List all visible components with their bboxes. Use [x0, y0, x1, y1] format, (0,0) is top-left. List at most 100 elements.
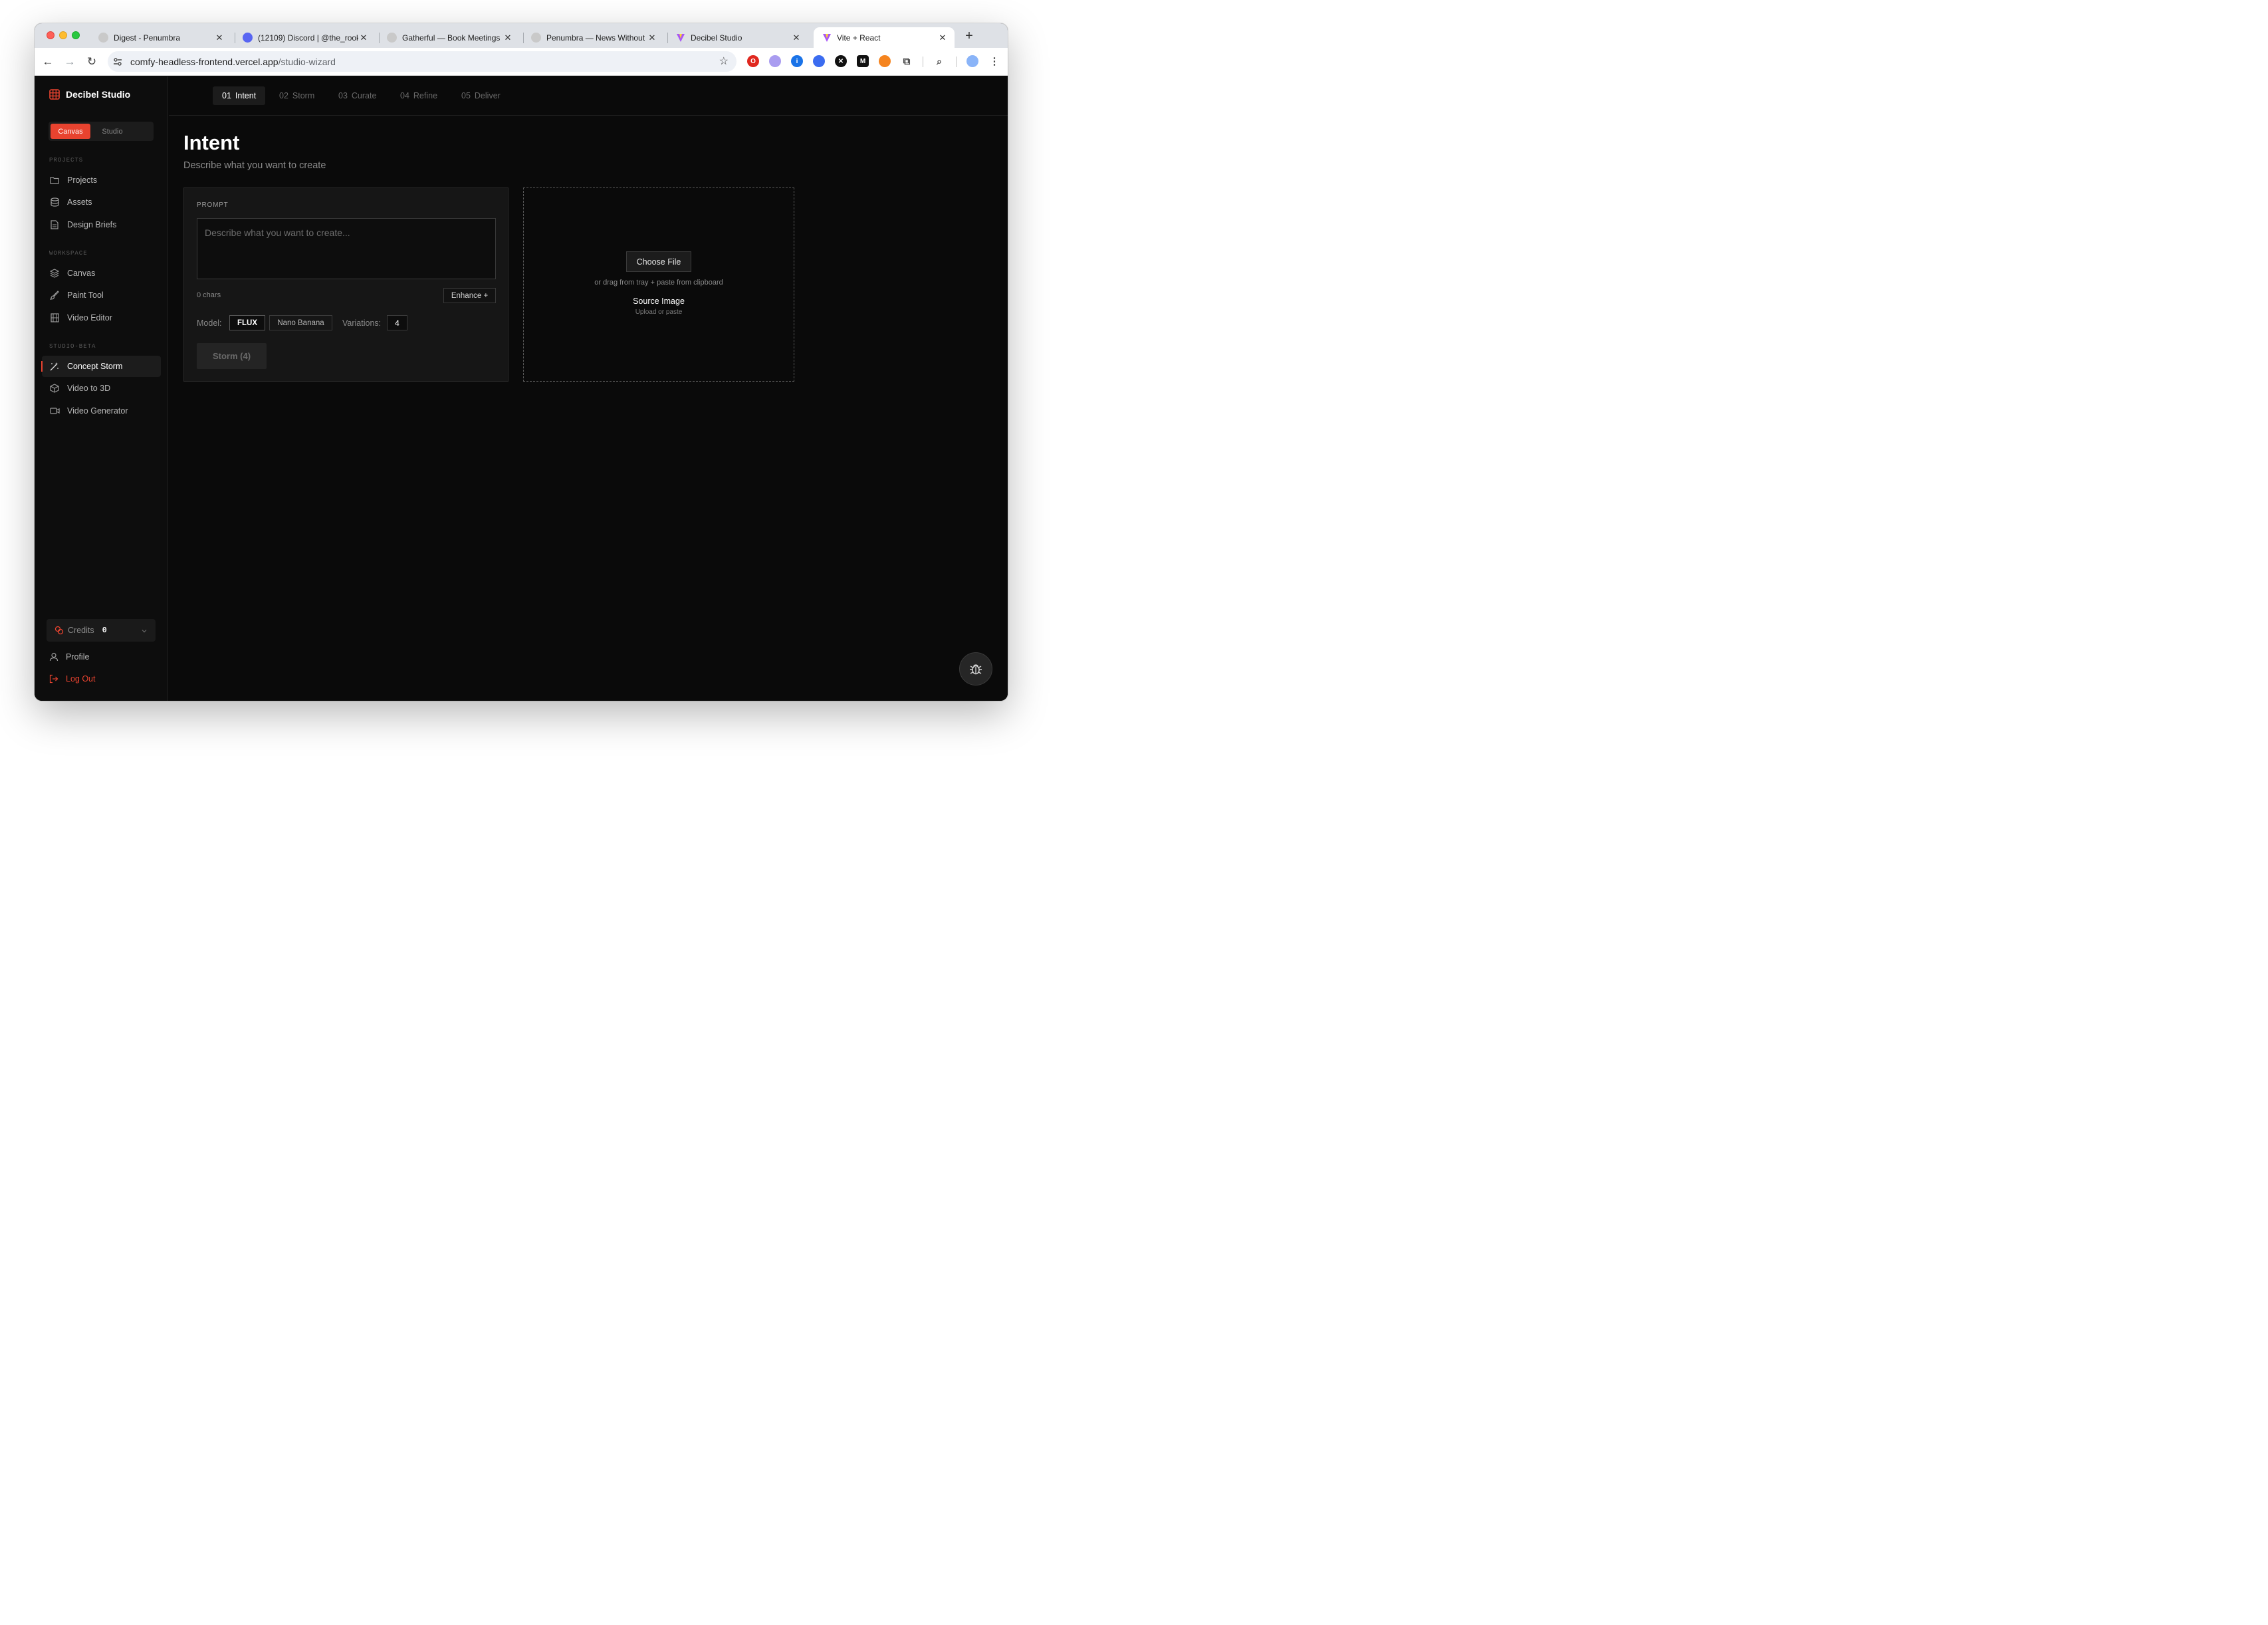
- step-number: 01: [222, 91, 231, 100]
- sidebar-item-label: Paint Tool: [67, 291, 104, 300]
- source-image-dropzone[interactable]: Choose File or drag from tray + paste fr…: [523, 188, 794, 382]
- step-number: 03: [338, 91, 348, 100]
- sidebar-item-label: Design Briefs: [67, 220, 117, 229]
- film-icon: [49, 312, 60, 323]
- sidebar-item-design-briefs[interactable]: Design Briefs: [42, 214, 161, 235]
- step-storm[interactable]: 02 Storm: [270, 86, 324, 105]
- browser-tab[interactable]: Gatherful — Book Meetings W ✕: [379, 27, 520, 48]
- source-image-subtitle: Upload or paste: [635, 309, 683, 316]
- kebab-menu-icon[interactable]: ⋮: [988, 55, 1000, 67]
- brand-name: Decibel Studio: [66, 89, 131, 100]
- close-icon[interactable]: ✕: [791, 33, 802, 43]
- step-number: 02: [279, 91, 288, 100]
- bug-report-button[interactable]: [959, 652, 992, 686]
- sidebar-item-canvas[interactable]: Canvas: [42, 263, 161, 284]
- reload-button[interactable]: ↻: [84, 54, 100, 70]
- tab-title: (12109) Discord | @the_rookie: [258, 33, 358, 43]
- mc-extension-icon[interactable]: M: [857, 55, 869, 67]
- x-extension-icon[interactable]: ✕: [835, 55, 847, 67]
- bird-extension-icon[interactable]: [813, 55, 825, 67]
- prompt-input[interactable]: [197, 218, 496, 279]
- credits-dropdown[interactable]: Credits 0: [47, 619, 156, 642]
- step-curate[interactable]: 03 Curate: [329, 86, 386, 105]
- enhance-button[interactable]: Enhance +: [443, 288, 496, 303]
- vite-icon: [822, 33, 832, 43]
- extensions-puzzle-icon[interactable]: ⧉: [901, 55, 913, 67]
- variations-label: Variations:: [342, 318, 382, 328]
- password-manager-extension-icon[interactable]: i: [791, 55, 803, 67]
- folder-icon: [49, 175, 60, 186]
- new-tab-button[interactable]: +: [961, 29, 977, 44]
- app-root: Decibel Studio Canvas Studio PROJECTS Pr…: [35, 76, 1008, 701]
- mode-studio-button[interactable]: Studio: [92, 124, 132, 139]
- section-label-projects: PROJECTS: [49, 157, 84, 164]
- magic-wand-icon: [49, 361, 60, 372]
- tab-search-icon[interactable]: ⌕: [933, 55, 945, 67]
- document-icon: [49, 219, 60, 230]
- sidebar-item-video-editor[interactable]: Video Editor: [42, 307, 161, 328]
- site-settings-icon[interactable]: [110, 55, 125, 69]
- close-window-button[interactable]: [47, 31, 55, 39]
- browser-window: Digest - Penumbra ✕ (12109) Discord | @t…: [35, 23, 1008, 701]
- variations-input[interactable]: 4: [387, 315, 407, 330]
- tab-title: Penumbra — News Without th: [546, 33, 647, 43]
- close-icon[interactable]: ✕: [937, 33, 948, 43]
- storm-button[interactable]: Storm (4): [197, 343, 267, 369]
- step-intent[interactable]: 01 Intent: [213, 86, 266, 105]
- sidebar-item-paint-tool[interactable]: Paint Tool: [42, 285, 161, 306]
- bookmark-star-icon[interactable]: ☆: [719, 55, 729, 68]
- url-path: /studio-wizard: [278, 56, 336, 67]
- coins-icon: [55, 626, 64, 635]
- sidebar-item-projects[interactable]: Projects: [42, 170, 161, 191]
- credits-label: Credits: [68, 626, 94, 635]
- close-icon[interactable]: ✕: [503, 33, 513, 43]
- model-label: Model:: [197, 318, 222, 328]
- prompt-card: PROMPT 0 chars Enhance + Model: FLUX Nan…: [183, 188, 509, 382]
- sidebar-item-label: Projects: [67, 176, 98, 185]
- profile-link[interactable]: Profile: [49, 652, 89, 662]
- address-bar[interactable]: comfy-headless-frontend.vercel.app/studi…: [108, 51, 737, 72]
- metamask-extension-icon[interactable]: [879, 55, 891, 67]
- globe-icon: [98, 33, 108, 43]
- browser-tab[interactable]: Decibel Studio ✕: [667, 27, 808, 48]
- close-icon[interactable]: ✕: [214, 33, 225, 43]
- maximize-window-button[interactable]: [72, 31, 80, 39]
- sidebar-item-concept-storm[interactable]: Concept Storm: [41, 356, 161, 377]
- page-subtitle: Describe what you want to create: [183, 160, 326, 171]
- profile-avatar-icon[interactable]: [966, 55, 978, 67]
- step-deliver[interactable]: 05 Deliver: [452, 86, 510, 105]
- browser-tab[interactable]: Digest - Penumbra ✕: [90, 27, 231, 48]
- minimize-window-button[interactable]: [59, 31, 67, 39]
- mode-canvas-button[interactable]: Canvas: [51, 124, 90, 139]
- close-icon[interactable]: ✕: [358, 33, 369, 43]
- logout-link[interactable]: Log Out: [49, 674, 95, 684]
- back-button[interactable]: ←: [40, 54, 56, 70]
- url-host: comfy-headless-frontend.vercel.app: [130, 56, 279, 67]
- globe-icon: [387, 33, 397, 43]
- section-label-workspace: WORKSPACE: [49, 250, 88, 257]
- source-image-title: Source Image: [633, 297, 685, 306]
- close-icon[interactable]: ✕: [647, 33, 657, 43]
- step-label: Storm: [292, 91, 315, 100]
- browser-tab[interactable]: Penumbra — News Without th ✕: [523, 27, 664, 48]
- sidebar-item-video-to-3d[interactable]: Video to 3D: [42, 378, 161, 399]
- brand[interactable]: Decibel Studio: [49, 89, 130, 100]
- sidebar-item-video-generator[interactable]: Video Generator: [42, 400, 161, 422]
- step-refine[interactable]: 04 Refine: [391, 86, 447, 105]
- tab-title: Vite + React: [837, 33, 881, 43]
- sidebar-item-assets[interactable]: Assets: [42, 191, 161, 213]
- layers-icon: [49, 268, 60, 279]
- browser-toolbar: ← → ↻ comfy-headless-frontend.vercel.app…: [35, 48, 1008, 76]
- browser-tab-active[interactable]: Vite + React ✕: [814, 27, 955, 48]
- choose-file-button[interactable]: Choose File: [626, 251, 691, 272]
- cloud-extension-icon[interactable]: [769, 55, 781, 67]
- forward-button[interactable]: →: [62, 54, 78, 70]
- model-flux-button[interactable]: FLUX: [229, 315, 265, 330]
- model-nano-banana-button[interactable]: Nano Banana: [269, 315, 332, 330]
- opera-extension-icon[interactable]: O: [747, 55, 759, 67]
- user-icon: [49, 652, 58, 662]
- sidebar-item-label: Video Generator: [67, 406, 128, 416]
- browser-tab[interactable]: (12109) Discord | @the_rookie ✕: [235, 27, 376, 48]
- sidebar-item-label: Video Editor: [67, 313, 112, 322]
- sidebar-item-label: Video to 3D: [67, 384, 111, 393]
